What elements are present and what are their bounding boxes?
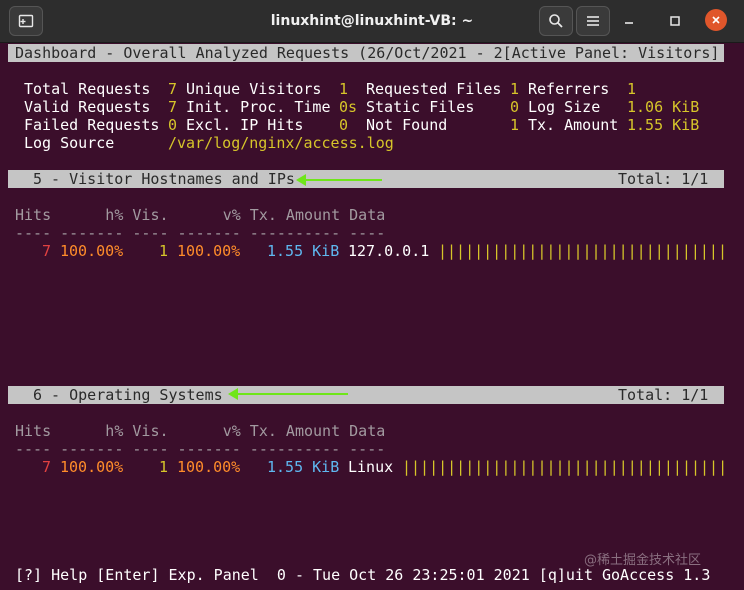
static-files-label: Static Files: [366, 98, 475, 116]
row-visitors-percent: 100.00%: [177, 458, 241, 476]
failed-requests-value: 0: [168, 116, 178, 134]
panel-total: Total: 1/1: [618, 386, 709, 404]
panel-title: 6 - Operating Systems: [33, 386, 223, 404]
panel-title: 5 - Visitor Hostnames and IPs: [33, 170, 295, 188]
referrers-label: Referrers: [528, 80, 610, 98]
log-size-label: Log Size: [528, 98, 601, 116]
minimize-button[interactable]: [617, 9, 641, 33]
log-source-value: /var/log/nginx/access.log: [168, 134, 394, 152]
dashboard-header: Dashboard - Overall Analyzed Requests (2…: [15, 44, 720, 62]
maximize-button[interactable]: [663, 9, 687, 33]
valid-requests-value: 7: [168, 98, 178, 116]
row-hits-percent: 100.00%: [60, 458, 124, 476]
row-bar: ||||||||||||||||||||||||||||||||||||||||: [438, 242, 724, 260]
footer-status: [?] Help [Enter] Exp. Panel 0 - Tue Oct …: [15, 566, 711, 584]
row-visitors: 1: [159, 242, 169, 260]
row-data: Linux: [348, 458, 394, 476]
requested-files-value: 1: [510, 80, 520, 98]
init-proc-time-label: Init. Proc. Time: [186, 98, 331, 116]
green-arrow-icon: [296, 174, 306, 186]
excl-ip-hits-label: Excl. IP Hits: [186, 116, 304, 134]
unique-visitors-value: 1: [339, 80, 349, 98]
excl-ip-hits-value: 0: [339, 116, 349, 134]
search-button[interactable]: [539, 6, 573, 36]
row-hits: 7: [42, 458, 52, 476]
row-visitors-percent: 100.00%: [177, 242, 241, 260]
row-tx-amount: 1.55 KiB: [267, 458, 340, 476]
requested-files-label: Requested Files: [366, 80, 502, 98]
window-titlebar: linuxhint@linuxhint-VB: ~: [0, 0, 744, 43]
menu-button[interactable]: [576, 6, 610, 36]
row-data: 127.0.0.1: [348, 242, 430, 260]
column-headers: Hits h% Vis. v% Tx. Amount Data: [15, 422, 386, 440]
log-source-label: Log Source: [24, 134, 115, 152]
static-files-value: 0: [510, 98, 520, 116]
search-icon: [549, 14, 563, 28]
row-bar: ||||||||||||||||||||||||||||||||||||||||: [402, 458, 724, 476]
menu-icon: [587, 16, 599, 26]
close-icon: [712, 16, 720, 24]
tx-amount-label: Tx. Amount: [528, 116, 619, 134]
total-requests-label: Total Requests: [24, 80, 151, 98]
terminal[interactable]: Dashboard - Overall Analyzed Requests (2…: [0, 42, 744, 590]
failed-requests-label: Failed Requests: [24, 116, 160, 134]
maximize-icon: [670, 16, 680, 26]
minimize-icon: [625, 22, 633, 24]
referrers-value: 1: [627, 80, 637, 98]
not-found-value: 1: [510, 116, 520, 134]
panel-total: Total: 1/1: [618, 170, 709, 188]
not-found-label: Not Found: [366, 116, 448, 134]
row-hits-percent: 100.00%: [60, 242, 124, 260]
total-requests-value: 7: [168, 80, 178, 98]
log-size-value: 1.06 KiB: [627, 98, 700, 116]
column-separator: ---- ------- ---- ------- ---------- ---…: [15, 440, 386, 458]
row-tx-amount: 1.55 KiB: [267, 242, 340, 260]
dashboard-header-bar: Dashboard - Overall Analyzed Requests (2…: [8, 44, 724, 62]
unique-visitors-label: Unique Visitors: [186, 80, 322, 98]
panel-operating-systems-bar[interactable]: 6 - Operating Systems Total: 1/1: [8, 386, 724, 404]
tx-amount-value: 1.55 KiB: [627, 116, 700, 134]
column-headers: Hits h% Vis. v% Tx. Amount Data: [15, 206, 386, 224]
close-button[interactable]: [705, 9, 727, 31]
valid-requests-label: Valid Requests: [24, 98, 151, 116]
column-separator: ---- ------- ---- ------- ---------- ---…: [15, 224, 386, 242]
green-arrow-shaft: [237, 393, 348, 395]
row-visitors: 1: [159, 458, 169, 476]
row-hits: 7: [42, 242, 52, 260]
init-proc-time-value: 0s: [339, 98, 358, 116]
green-arrow-shaft: [305, 179, 382, 181]
green-arrow-icon: [228, 388, 238, 400]
